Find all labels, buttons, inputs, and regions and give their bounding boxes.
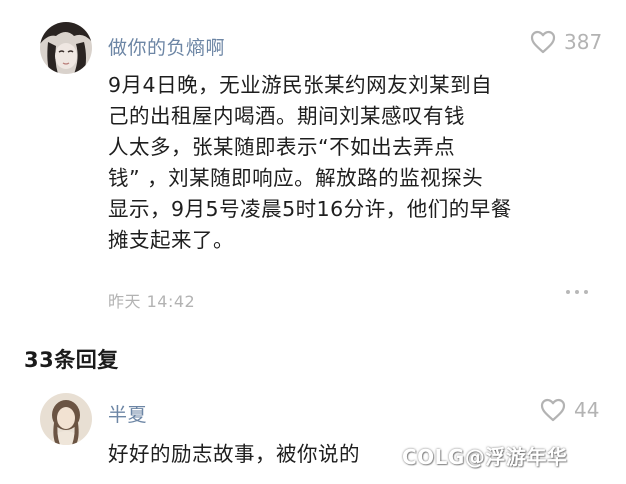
- comment-like-button[interactable]: 387: [530, 30, 602, 54]
- reply-like-button[interactable]: 44: [540, 398, 599, 422]
- reply-avatar[interactable]: [40, 393, 92, 445]
- comment-like-count: 387: [564, 30, 603, 54]
- reply-avatar-image: [40, 393, 92, 445]
- comment-text-line: 人太多，张某随即表示“不如出去弄点: [108, 135, 456, 159]
- heart-outline-icon: [540, 398, 566, 422]
- avatar-image: [40, 22, 92, 74]
- comment-thread-page: 做你的负熵啊 387 9月4日晚，无业游民张某约网友刘某到自 己的出租屋内喝酒。…: [0, 0, 626, 484]
- comment-text: 9月4日晚，无业游民张某约网友刘某到自 己的出租屋内喝酒。期间刘某感叹有钱 人太…: [108, 70, 608, 256]
- replies-count-header: 33条回复: [24, 348, 119, 372]
- comment-text-line: 己的出租屋内喝酒。期间刘某感叹有钱: [108, 104, 465, 128]
- comment-text-line: 9月4日晚，无业游民张某约网友刘某到自: [108, 73, 493, 97]
- reply-like-count: 44: [574, 398, 600, 422]
- avatar[interactable]: [40, 22, 92, 74]
- comment-text-line: 摊支起来了。: [108, 228, 234, 252]
- more-dots-icon[interactable]: [566, 290, 588, 294]
- watermark: COLG@浮游年华: [402, 445, 568, 469]
- comment-author-name[interactable]: 做你的负熵啊: [108, 33, 225, 60]
- heart-outline-icon: [530, 30, 556, 54]
- comment-text-line: 显示，9月5号凌晨5时16分许，他们的早餐: [108, 197, 512, 221]
- comment-text-line: 钱” ，刘某随即响应。解放路的监视探头: [108, 166, 484, 190]
- comment-timestamp: 昨天 14:42: [108, 292, 196, 311]
- reply-author-name[interactable]: 半夏: [108, 400, 147, 427]
